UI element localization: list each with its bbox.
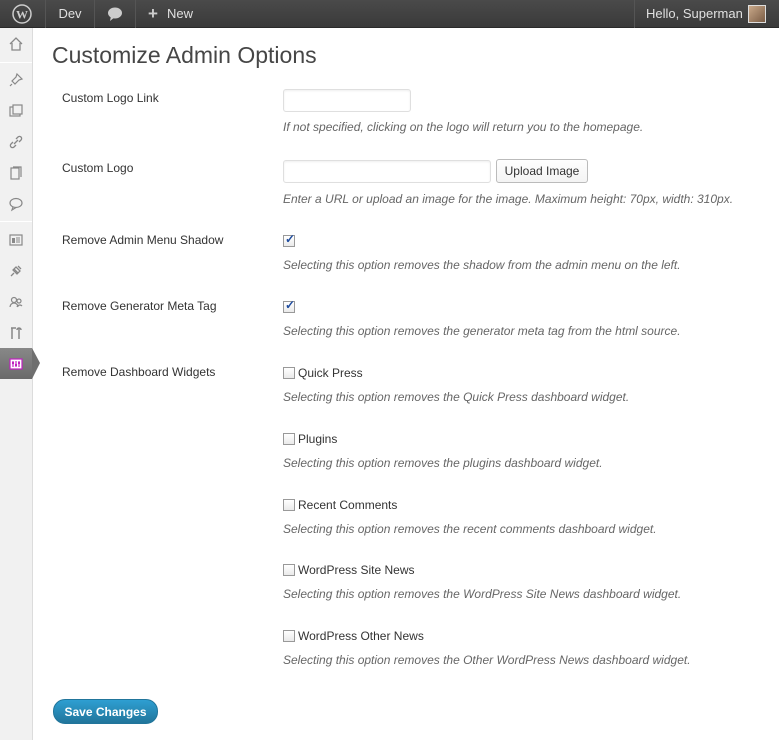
site-name-link[interactable]: Dev <box>46 0 94 28</box>
menu-tools[interactable] <box>0 317 32 348</box>
my-account-link[interactable]: Hello, Superman <box>634 0 779 28</box>
menu-appearance[interactable] <box>0 224 32 255</box>
quick-press-description: Selecting this option removes the Quick … <box>283 390 630 404</box>
menu-media[interactable] <box>0 95 32 126</box>
logo-description: Enter a URL or upload an image for the i… <box>283 192 734 206</box>
quick-press-checkbox[interactable] <box>283 367 295 379</box>
menu-settings[interactable] <box>0 348 40 379</box>
generator-tag-label: Remove Generator Meta Tag <box>62 299 217 313</box>
pages-icon <box>10 165 22 180</box>
site-news-description: Selecting this option removes the WordPr… <box>283 587 682 601</box>
other-news-checkbox[interactable] <box>283 630 295 642</box>
menu-shadow-description: Selecting this option removes the shadow… <box>283 258 681 272</box>
other-news-label[interactable]: WordPress Other News <box>298 629 424 643</box>
generator-tag-description: Selecting this option removes the genera… <box>283 324 681 338</box>
menu-shadow-label: Remove Admin Menu Shadow <box>62 233 224 247</box>
plugins-description: Selecting this option removes the plugin… <box>283 456 603 470</box>
page-title: Customize Admin Options <box>52 42 317 68</box>
tools-icon <box>11 326 22 339</box>
recent-comments-description: Selecting this option removes the recent… <box>283 522 657 536</box>
wordpress-logo-icon[interactable]: W <box>0 0 45 28</box>
menu-comments[interactable] <box>0 188 32 219</box>
media-icon <box>9 103 23 117</box>
site-news-label[interactable]: WordPress Site News <box>298 563 414 577</box>
new-label: New <box>167 6 194 21</box>
dashboard-icon <box>9 36 23 51</box>
users-icon <box>9 296 23 307</box>
links-icon <box>9 135 23 148</box>
upload-image-button[interactable]: Upload Image <box>496 159 588 183</box>
plugins-label[interactable]: Plugins <box>298 432 337 446</box>
comments-icon <box>9 197 23 211</box>
comments-link[interactable] <box>95 0 135 28</box>
admin-bar: W Dev + New Hello, Superman <box>0 0 779 28</box>
appearance-icon <box>9 233 23 246</box>
logo-url-input[interactable] <box>283 160 491 183</box>
recent-comments-checkbox[interactable] <box>283 499 295 511</box>
logo-link-label: Custom Logo Link <box>62 91 159 105</box>
logo-link-input[interactable] <box>283 89 411 112</box>
avatar <box>748 5 766 23</box>
admin-menu <box>0 28 40 740</box>
quick-press-label[interactable]: Quick Press <box>298 366 363 380</box>
recent-comments-label[interactable]: Recent Comments <box>298 498 397 512</box>
save-changes-button[interactable]: Save Changes <box>53 699 158 724</box>
plugins-checkbox[interactable] <box>283 433 295 445</box>
menu-plugins[interactable] <box>0 255 32 286</box>
posts-icon <box>9 72 24 86</box>
comment-bubble-icon <box>108 7 122 21</box>
menu-links[interactable] <box>0 126 32 157</box>
settings-icon <box>9 357 23 370</box>
menu-dashboard[interactable] <box>0 28 32 59</box>
plus-icon: + <box>148 4 158 23</box>
menu-users[interactable] <box>0 286 32 317</box>
widgets-label: Remove Dashboard Widgets <box>62 365 216 379</box>
logo-link-description: If not specified, clicking on the logo w… <box>283 120 644 134</box>
other-news-description: Selecting this option removes the Other … <box>283 653 691 667</box>
generator-tag-checkbox[interactable] <box>283 298 295 313</box>
menu-shadow-checkbox[interactable] <box>283 232 295 247</box>
menu-pages[interactable] <box>0 157 32 188</box>
logo-label: Custom Logo <box>62 161 134 175</box>
svg-text:W: W <box>16 8 28 22</box>
site-news-checkbox[interactable] <box>283 564 295 576</box>
new-content-link[interactable]: + New <box>136 0 206 28</box>
menu-posts[interactable] <box>0 64 32 95</box>
greeting: Hello, Superman <box>646 6 743 21</box>
plugins-icon <box>10 265 22 276</box>
